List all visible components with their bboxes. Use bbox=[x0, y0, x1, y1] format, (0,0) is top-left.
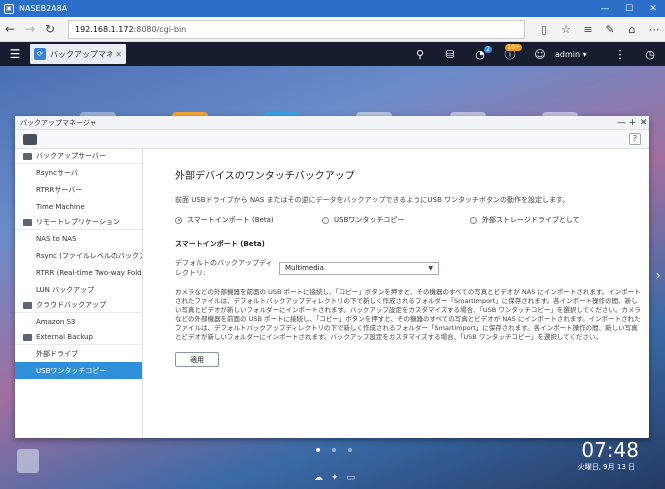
close-window-button[interactable]: ✕ bbox=[641, 4, 665, 14]
web-note-icon[interactable]: ✎ bbox=[599, 23, 621, 36]
qts-topbar: ☰ ⟳ バックアップマネ... ✕ ⚲ ⛁ ◔2 ⓘ10+ ☺ admin ▾ … bbox=[0, 42, 665, 66]
default-dir-label: デフォルトのバックアップディレクトリ: bbox=[175, 259, 273, 277]
page-dot[interactable] bbox=[316, 448, 320, 452]
sidebar-group-remote-replication[interactable]: リモートレプリケーション bbox=[15, 215, 142, 230]
sidebar-item-usb-one-touch-copy[interactable]: USBワンタッチコピー bbox=[15, 362, 142, 379]
user-icon[interactable]: ☺ bbox=[525, 48, 555, 61]
replication-icon bbox=[23, 218, 32, 226]
window-app-title: バックアップマネージャ bbox=[20, 118, 97, 127]
event-badge: 10+ bbox=[505, 44, 522, 51]
url-path: :8080/cgi-bin bbox=[133, 24, 187, 34]
reading-view-icon[interactable]: ▯ bbox=[533, 23, 555, 36]
username: admin bbox=[555, 49, 581, 59]
browser-toolbar: ← → ↻ 192.168.1.172:8080/cgi-bin ▯ ☆ ≡ ✎… bbox=[0, 17, 665, 42]
default-dir-value: Multimedia bbox=[285, 264, 324, 272]
close-icon[interactable]: ✕ bbox=[115, 50, 122, 59]
search-icon[interactable]: ⚲ bbox=[405, 48, 435, 61]
hub-icon[interactable]: ≡ bbox=[577, 23, 599, 36]
window-close-icon[interactable]: ✕ bbox=[638, 118, 649, 128]
page-dot[interactable] bbox=[332, 448, 336, 452]
sidebar-item-rtrr-server[interactable]: RTRRサーバー bbox=[15, 181, 142, 198]
sidebar-item-nas-to-nas[interactable]: NAS to NAS bbox=[15, 230, 142, 247]
cloud-icon[interactable]: ☁ bbox=[314, 473, 323, 483]
more-icon[interactable]: ⋯ bbox=[643, 23, 665, 36]
sidebar-item-rsync-server[interactable]: Rsyncサーバ bbox=[15, 164, 142, 181]
recycle-bin-icon[interactable] bbox=[17, 449, 39, 473]
sidebar-group-cloud-backup[interactable]: クラウドバックアップ bbox=[15, 298, 142, 313]
external-drive-icon bbox=[23, 333, 32, 341]
chevron-down-icon: ▼ bbox=[428, 264, 433, 272]
window-body: バックアップサーバー Rsyncサーバ RTRRサーバー Time Machin… bbox=[15, 149, 649, 438]
sidebar-toggle-icon[interactable] bbox=[23, 133, 37, 145]
taskbar-tab-backup-manager[interactable]: ⟳ バックアップマネ... ✕ bbox=[30, 44, 126, 64]
sidebar-item-rsync[interactable]: Rsync (ファイルレベルのバックアップ... bbox=[15, 247, 142, 264]
back-icon[interactable]: ← bbox=[0, 22, 20, 36]
notification-badge: 2 bbox=[484, 45, 492, 53]
default-dir-select[interactable]: Multimedia ▼ bbox=[279, 261, 439, 275]
window-titlebar: バックアップマネージャ — + ✕ bbox=[15, 116, 649, 130]
tasks-icon[interactable]: ⛁ bbox=[435, 48, 465, 61]
dashboard-icon[interactable]: ◷ bbox=[635, 48, 665, 61]
radio-external-storage[interactable]: 外部ストレージドライブとして bbox=[470, 215, 580, 225]
sidebar-item-external-drive[interactable]: 外部ドライブ bbox=[15, 345, 142, 362]
sidebar: バックアップサーバー Rsyncサーバ RTRRサーバー Time Machin… bbox=[15, 149, 143, 438]
refresh-icon[interactable]: ↻ bbox=[40, 22, 60, 36]
sidebar-item-time-machine[interactable]: Time Machine bbox=[15, 198, 142, 215]
radio-dot bbox=[322, 216, 329, 224]
window-minimize-icon[interactable]: — bbox=[616, 118, 627, 128]
notifications-icon[interactable]: ◔ 2 bbox=[465, 45, 495, 61]
user-menu[interactable]: admin ▾ bbox=[555, 50, 605, 59]
page-title: 外部デバイスのワンタッチバックアップ bbox=[175, 171, 355, 182]
event-info-icon[interactable]: ⓘ 10+ bbox=[495, 44, 525, 62]
page-dot[interactable] bbox=[348, 448, 352, 452]
page-description: 前面 USBドライブから NAS またはその逆にデータをバックアップできるように… bbox=[175, 196, 570, 204]
favorite-star-icon[interactable]: ☆ bbox=[555, 23, 577, 36]
backup-manager-window: バックアップマネージャ — + ✕ ? バックアップサーバー Rsyncサーバ … bbox=[15, 116, 649, 438]
radio-dot bbox=[175, 216, 182, 224]
sidebar-group-external-backup[interactable]: External Backup bbox=[15, 330, 142, 345]
browser-titlebar: ▣ NASEB2A8A — ☐ ✕ bbox=[0, 0, 665, 17]
main-content: 外部デバイスのワンタッチバックアップ 前面 USBドライブから NAS またはそ… bbox=[143, 149, 649, 438]
sidebar-item-lun-backup[interactable]: LUN バックアップ bbox=[15, 281, 142, 298]
app-icon: ▣ bbox=[4, 3, 14, 14]
window-toolbar: ? bbox=[15, 130, 649, 149]
options-icon[interactable]: ⋮ bbox=[605, 48, 635, 61]
url-host: 192.168.1.172 bbox=[75, 24, 134, 34]
radio-smart-import[interactable]: スマートインポート (Beta) bbox=[175, 215, 322, 225]
forward-icon[interactable]: → bbox=[20, 22, 40, 36]
cloud-icon bbox=[23, 301, 32, 309]
main-menu-icon[interactable]: ☰ bbox=[0, 47, 30, 61]
window-title: NASEB2A8A bbox=[19, 4, 68, 13]
mode-radio-group: スマートインポート (Beta) USBワンタッチコピー 外部ストレージドライブ… bbox=[175, 215, 649, 225]
sidebar-group-backup-server[interactable]: バックアップサーバー bbox=[15, 149, 142, 164]
desktop-page-indicator bbox=[310, 448, 358, 452]
radio-dot bbox=[470, 216, 477, 224]
backup-app-icon: ⟳ bbox=[34, 48, 46, 60]
radio-usb-one-touch-copy[interactable]: USBワンタッチコピー bbox=[322, 215, 470, 225]
sidebar-item-amazon-s3[interactable]: Amazon S3 bbox=[15, 313, 142, 330]
url-field[interactable]: 192.168.1.172:8080/cgi-bin bbox=[68, 19, 525, 39]
display-icon[interactable]: ▭ bbox=[347, 473, 356, 483]
help-icon[interactable]: ? bbox=[629, 133, 641, 145]
apply-button[interactable]: 適用 bbox=[175, 352, 219, 367]
maximize-button[interactable]: ☐ bbox=[617, 4, 641, 14]
minimize-button[interactable]: — bbox=[593, 4, 617, 14]
sidebar-item-rtrr[interactable]: RTRR (Real-time Two-way Folder... bbox=[15, 264, 142, 281]
smart-import-description: カメラなどの外部機器を前面の USB ポートに接続し、「コピー」ボタンを押すと、… bbox=[175, 288, 641, 341]
window-maximize-icon[interactable]: + bbox=[627, 118, 638, 128]
desktop-clock: 07:48 bbox=[581, 438, 639, 462]
chevron-right-icon[interactable]: › bbox=[655, 268, 661, 284]
taskbar-tab-label: バックアップマネ... bbox=[50, 49, 113, 59]
desktop-date: 火曜日, 9月 13 日 bbox=[577, 463, 635, 471]
wrench-icon[interactable]: ✦ bbox=[331, 473, 339, 483]
bottom-toolbar: ☁ ✦ ▭ bbox=[310, 473, 359, 483]
share-icon[interactable]: ⌂ bbox=[621, 23, 643, 36]
section-title: スマートインポート (Beta) bbox=[175, 240, 265, 248]
default-dir-row: デフォルトのバックアップディレクトリ: Multimedia ▼ bbox=[175, 258, 649, 278]
server-icon bbox=[23, 152, 32, 160]
